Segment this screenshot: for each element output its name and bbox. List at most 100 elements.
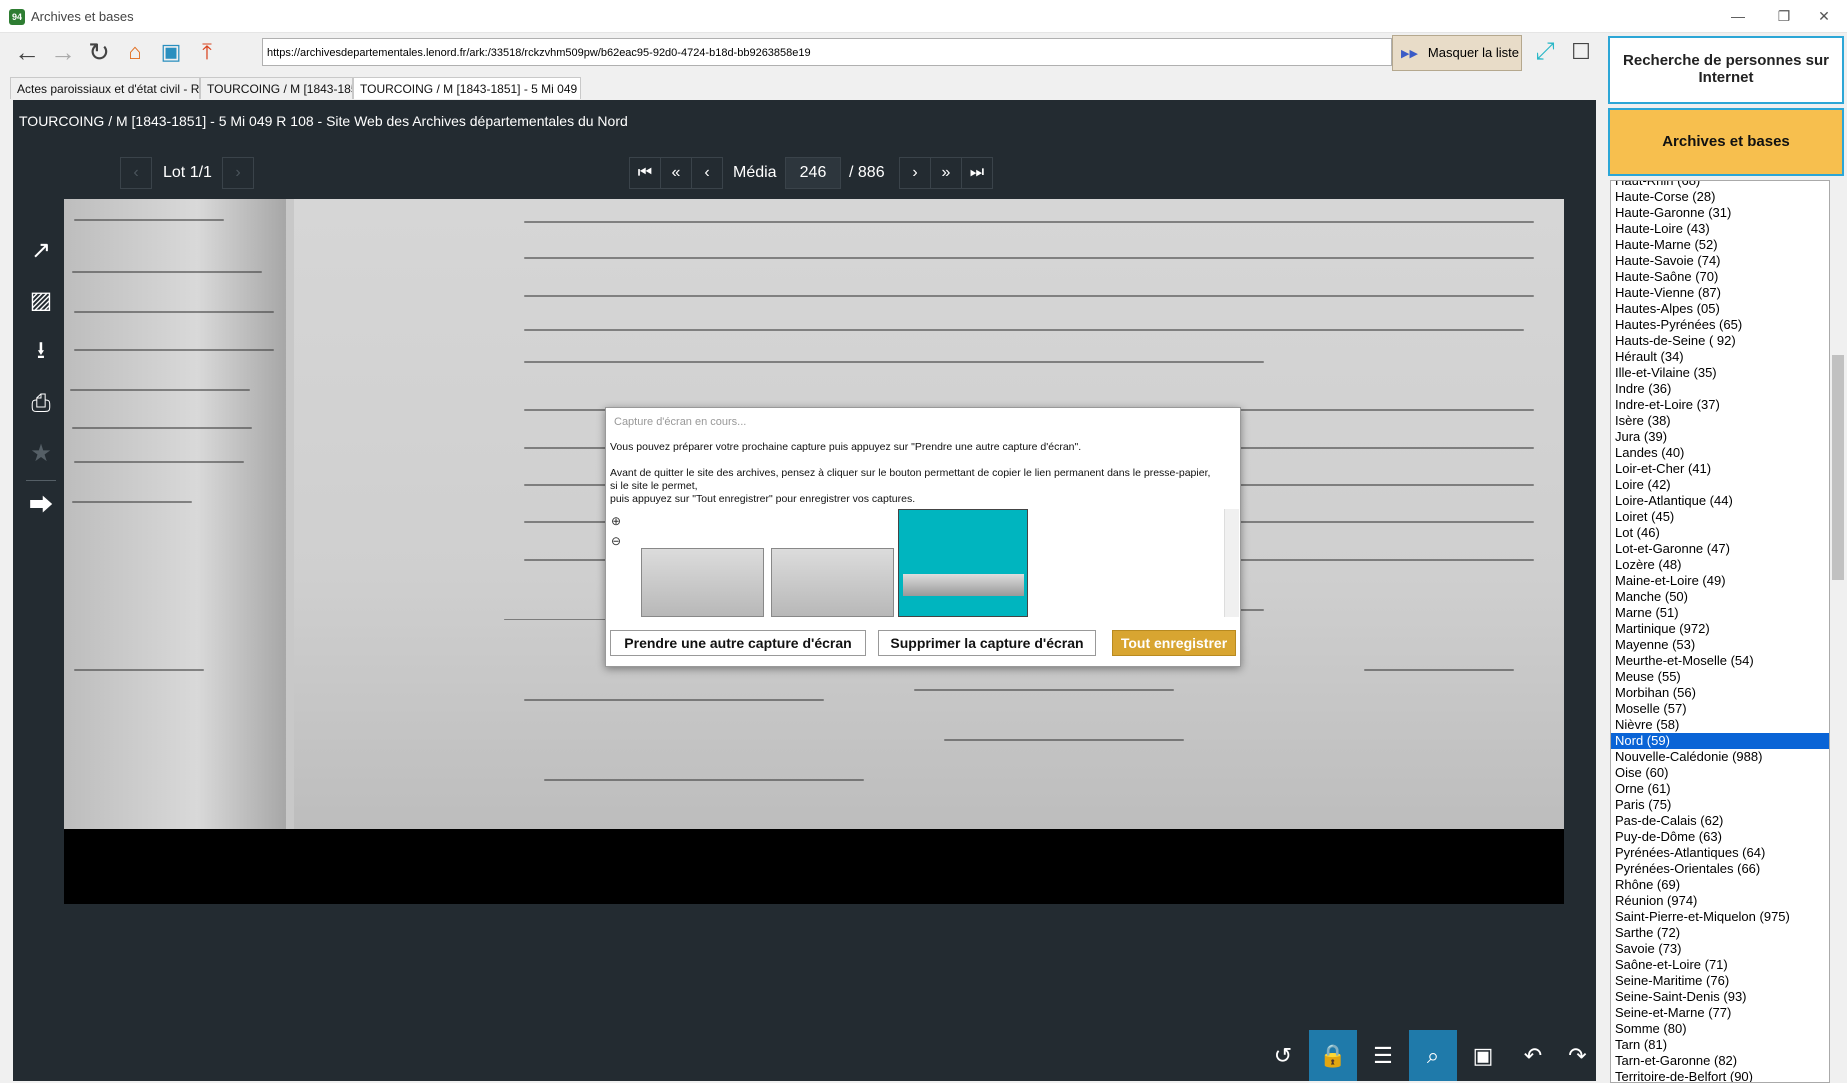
list-item[interactable]: Sarthe (72) (1611, 925, 1829, 941)
list-item[interactable]: Tarn (81) (1611, 1037, 1829, 1053)
list-item[interactable]: Haut-Rhin (68) (1611, 181, 1829, 189)
archives-bases-button[interactable]: Archives et bases (1608, 108, 1844, 176)
list-item[interactable]: Oise (60) (1611, 765, 1829, 781)
list-item[interactable]: Marne (51) (1611, 605, 1829, 621)
reload-icon[interactable]: ↻ (82, 34, 116, 70)
list-item[interactable]: Somme (80) (1611, 1021, 1829, 1037)
list-item[interactable]: Jura (39) (1611, 429, 1829, 445)
tab-actes-paroissiaux[interactable]: Actes paroissiaux et d'état civil - R... (10, 77, 200, 99)
share-icon[interactable]: ⮕ (21, 488, 61, 524)
list-item[interactable]: Seine-et-Marne (77) (1611, 1005, 1829, 1021)
list-item[interactable]: Loir-et-Cher (41) (1611, 461, 1829, 477)
prev-media-button[interactable]: ‹ (691, 157, 723, 189)
image-icon[interactable]: ▨ (21, 283, 61, 319)
list-item[interactable]: Pyrénées-Atlantiques (64) (1611, 845, 1829, 861)
close-button[interactable]: ✕ (1801, 0, 1847, 32)
masquer-liste-button[interactable]: ▶▶ Masquer la liste (1392, 35, 1522, 71)
list-item[interactable]: Manche (50) (1611, 589, 1829, 605)
open-external-icon[interactable]: ↗ (21, 233, 61, 269)
prev-ten-button[interactable]: « (660, 157, 692, 189)
list-item[interactable]: Morbihan (56) (1611, 685, 1829, 701)
home-icon[interactable]: ⌂ (118, 34, 152, 70)
list-item[interactable]: Landes (40) (1611, 445, 1829, 461)
take-another-capture-button[interactable]: Prendre une autre capture d'écran (610, 630, 866, 656)
list-item[interactable]: Haute-Savoie (74) (1611, 253, 1829, 269)
media-number-input[interactable]: 246 (785, 157, 841, 189)
next-ten-button[interactable]: » (930, 157, 962, 189)
upload-icon[interactable]: ⤒ (190, 34, 224, 70)
list-item[interactable]: Hautes-Pyrénées (65) (1611, 317, 1829, 333)
list-item[interactable]: Hérault (34) (1611, 349, 1829, 365)
minimize-button[interactable]: — (1715, 0, 1761, 32)
list-item[interactable]: Réunion (974) (1611, 893, 1829, 909)
star-icon[interactable]: ★ (21, 436, 61, 472)
list-item[interactable]: Pyrénées-Orientales (66) (1611, 861, 1829, 877)
url-field[interactable]: https://archivesdepartementales.lenord.f… (262, 38, 1392, 66)
list-item[interactable]: Orne (61) (1611, 781, 1829, 797)
list-item[interactable]: Haute-Marne (52) (1611, 237, 1829, 253)
delete-capture-button[interactable]: Supprimer la capture d'écran (878, 630, 1096, 656)
list-item[interactable]: Seine-Maritime (76) (1611, 973, 1829, 989)
list-item[interactable]: Nouvelle-Calédonie (988) (1611, 749, 1829, 765)
next-media-button[interactable]: › (899, 157, 931, 189)
download-icon[interactable]: ⭳ (21, 333, 61, 369)
print-icon[interactable]: ⎙ (21, 386, 61, 422)
list-item[interactable]: Paris (75) (1611, 797, 1829, 813)
list-item[interactable]: Haute-Corse (28) (1611, 189, 1829, 205)
list-item[interactable]: Hauts-de-Seine ( 92) (1611, 333, 1829, 349)
zoom-icon[interactable]: ⌕ (1409, 1030, 1457, 1081)
list-item[interactable]: Hautes-Alpes (05) (1611, 301, 1829, 317)
list-item[interactable]: Indre-et-Loire (37) (1611, 397, 1829, 413)
list-item[interactable]: Ille-et-Vilaine (35) (1611, 365, 1829, 381)
list-item[interactable]: Indre (36) (1611, 381, 1829, 397)
list-item[interactable]: Saint-Pierre-et-Miquelon (975) (1611, 909, 1829, 925)
list-item[interactable]: Puy-de-Dôme (63) (1611, 829, 1829, 845)
save-all-button[interactable]: Tout enregistrer (1112, 630, 1236, 656)
list-item[interactable]: Lot-et-Garonne (47) (1611, 541, 1829, 557)
rotate-left-icon[interactable]: ↶ (1509, 1030, 1557, 1081)
list-item[interactable]: Tarn-et-Garonne (82) (1611, 1053, 1829, 1069)
list-item[interactable]: Lozère (48) (1611, 557, 1829, 573)
list-item[interactable]: Savoie (73) (1611, 941, 1829, 957)
list-item[interactable]: Maine-et-Loire (49) (1611, 573, 1829, 589)
list-item[interactable]: Lot (46) (1611, 525, 1829, 541)
lock-icon[interactable]: 🔒 (1309, 1030, 1357, 1081)
tab-tourcoing-m[interactable]: TOURCOING / M [1843-1851] (200, 77, 353, 99)
list-item[interactable]: Seine-Saint-Denis (93) (1611, 989, 1829, 1005)
department-list[interactable]: Haut-Rhin (68) Haute-Corse (28) Haute-Garo… (1610, 180, 1830, 1083)
list-item[interactable]: Meurthe-et-Moselle (54) (1611, 653, 1829, 669)
zoom-out-icon[interactable]: ⊖ (608, 533, 624, 549)
sliders-icon[interactable]: ☰ (1359, 1030, 1407, 1081)
list-item[interactable]: Haute-Saône (70) (1611, 269, 1829, 285)
list-item[interactable]: Meuse (55) (1611, 669, 1829, 685)
list-item[interactable]: Nord (59) (1611, 733, 1829, 749)
list-item[interactable]: Loire (42) (1611, 477, 1829, 493)
lot-next-button[interactable]: › (222, 157, 254, 189)
lot-prev-button[interactable]: ‹ (120, 157, 152, 189)
last-media-button[interactable]: ⏭ (961, 157, 993, 189)
screen-icon[interactable]: ▣ (1459, 1030, 1507, 1081)
first-media-button[interactable]: ⏮ (629, 157, 661, 189)
list-item[interactable]: Haute-Garonne (31) (1611, 205, 1829, 221)
zoom-in-icon[interactable]: ⊕ (608, 513, 624, 529)
capture-thumbnail[interactable] (641, 548, 764, 617)
list-item[interactable]: Nièvre (58) (1611, 717, 1829, 733)
list-item[interactable]: Haute-Vienne (87) (1611, 285, 1829, 301)
department-list-scrollbar[interactable] (1830, 180, 1846, 1081)
list-item[interactable]: Saône-et-Loire (71) (1611, 957, 1829, 973)
image-icon[interactable]: ▣ (154, 34, 188, 70)
list-item[interactable]: Martinique (972) (1611, 621, 1829, 637)
expand-icon[interactable]: ⤢ (1528, 34, 1562, 70)
list-item[interactable]: Haute-Loire (43) (1611, 221, 1829, 237)
rotate-right-icon[interactable]: ↷ (1559, 1030, 1596, 1081)
capture-thumbnail[interactable] (771, 548, 894, 617)
list-item[interactable]: Rhône (69) (1611, 877, 1829, 893)
thumbnail-scrollbar[interactable] (1224, 509, 1239, 617)
list-item[interactable]: Moselle (57) (1611, 701, 1829, 717)
close-panel-icon[interactable]: ☐ (1564, 34, 1598, 70)
history-icon[interactable]: ↺ (1259, 1030, 1307, 1081)
list-item[interactable]: Loire-Atlantique (44) (1611, 493, 1829, 509)
list-item[interactable]: Mayenne (53) (1611, 637, 1829, 653)
back-arrow-icon[interactable]: ← (10, 34, 44, 70)
list-item[interactable]: Isère (38) (1611, 413, 1829, 429)
